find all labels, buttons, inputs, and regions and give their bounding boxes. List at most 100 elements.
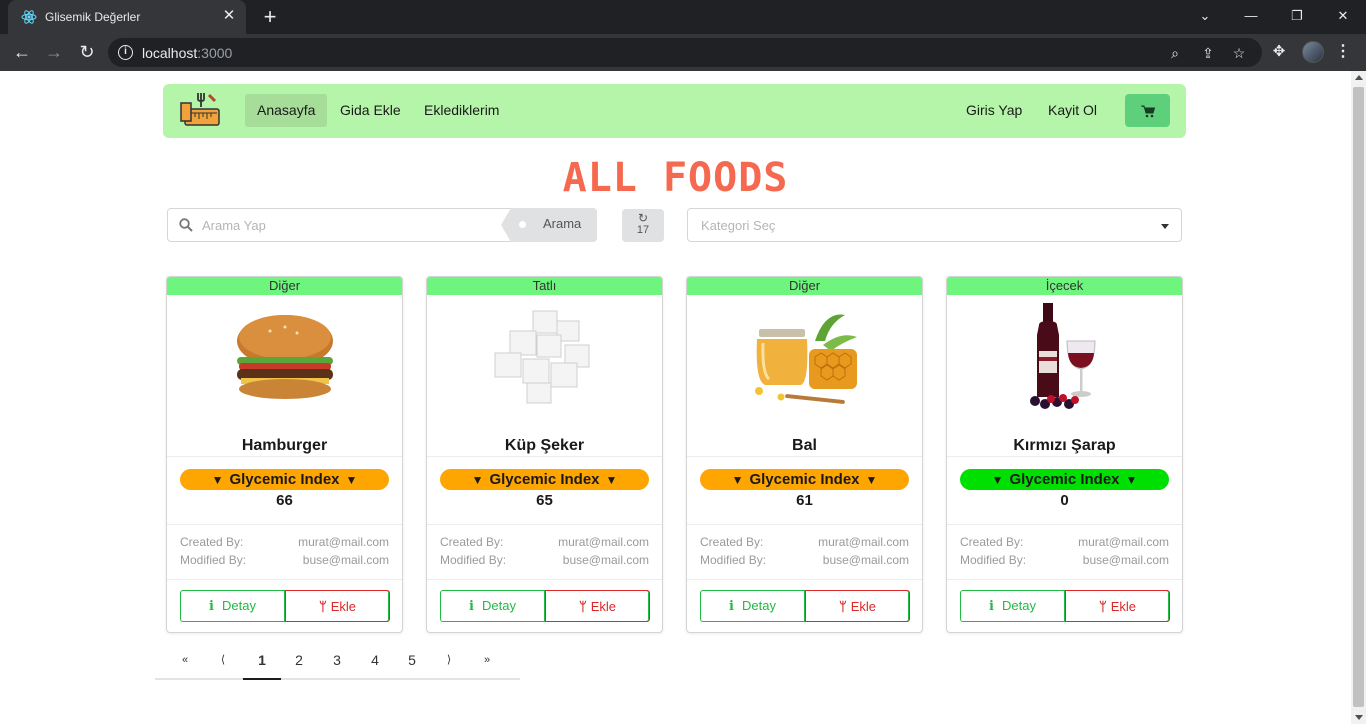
detail-button-label: Detay xyxy=(741,598,776,613)
detail-button-label: Detay xyxy=(221,598,256,613)
share-icon[interactable]: ⇪ xyxy=(1199,44,1217,62)
info-icon: i xyxy=(209,599,214,614)
pagination-prev[interactable]: ⟨ xyxy=(204,642,242,680)
card-action-buttons: i Detay ᛘ Ekle xyxy=(960,590,1170,622)
thumbs-down-icon: ▼ xyxy=(471,473,484,487)
nav-login[interactable]: Giris Yap xyxy=(954,94,1034,127)
info-icon: i xyxy=(729,599,734,614)
browser-tab[interactable]: Glisemik Değerler ✕ xyxy=(8,0,246,34)
scroll-up-arrow[interactable] xyxy=(1355,75,1363,80)
nav-register[interactable]: Kayit Ol xyxy=(1036,94,1109,127)
food-image-sugar-cubes xyxy=(485,301,605,411)
refresh-count-button[interactable]: ↻ 17 xyxy=(622,209,664,242)
created-by-label: Created By: xyxy=(700,535,764,549)
card-action-buttons: i Detay ᛘ Ekle xyxy=(180,590,390,622)
nav-add-food[interactable]: Gida Ekle xyxy=(328,94,413,127)
pagination-page-2[interactable]: 2 xyxy=(280,642,318,680)
utensils-icon: ᛘ xyxy=(1098,599,1107,614)
site-logo[interactable] xyxy=(179,89,223,133)
browser-titlebar: Glisemik Değerler ✕ + ⌄ — ❐ ✕ xyxy=(0,0,1366,34)
food-name: Bal xyxy=(792,437,817,454)
detail-button[interactable]: i Detay xyxy=(181,591,285,621)
close-window-icon[interactable]: ✕ xyxy=(1333,6,1353,26)
info-icon: i xyxy=(989,599,994,614)
menu-kebab-icon[interactable]: ⋮ xyxy=(1335,42,1351,62)
cart-button[interactable] xyxy=(1125,94,1170,127)
thumbs-down-icon: ▼ xyxy=(731,473,744,487)
add-button[interactable]: ᛘ Ekle xyxy=(545,590,650,622)
back-icon[interactable]: ← xyxy=(10,40,34,64)
glycemic-index-badge: ▼ Glycemic Index ▼ xyxy=(440,469,649,490)
cart-icon xyxy=(1140,105,1155,118)
card-action-buttons: i Detay ᛘ Ekle xyxy=(440,590,650,622)
created-by-label: Created By: xyxy=(180,535,244,549)
glycemic-index-badge: ▼ Glycemic Index ▼ xyxy=(700,469,909,490)
page-scrollbar[interactable] xyxy=(1351,71,1366,724)
extensions-icon[interactable]: ✥ xyxy=(1270,43,1288,61)
modified-by-value: buse@mail.com xyxy=(1082,553,1169,567)
glycemic-index-label: Glycemic Index xyxy=(229,471,340,488)
detail-button[interactable]: i Detay xyxy=(961,591,1065,621)
search-button-label: Arama xyxy=(543,216,582,231)
pagination-page-1[interactable]: 1 xyxy=(243,642,281,680)
scroll-down-arrow[interactable] xyxy=(1355,715,1363,720)
add-button[interactable]: ᛘ Ekle xyxy=(805,590,910,622)
created-by-value: murat@mail.com xyxy=(818,535,909,549)
page-title: ALL FOODS xyxy=(562,155,789,201)
pagination-last[interactable]: » xyxy=(468,642,506,680)
category-select[interactable]: Kategori Seç xyxy=(687,208,1182,242)
card-divider xyxy=(167,524,402,525)
zoom-icon[interactable]: ⌕ xyxy=(1166,44,1184,62)
minimize-icon[interactable]: — xyxy=(1241,6,1261,26)
pagination-first[interactable]: « xyxy=(166,642,204,680)
restore-icon[interactable]: ❐ xyxy=(1287,6,1307,26)
pagination-page-3[interactable]: 3 xyxy=(318,642,356,680)
site-navbar: Anasayfa Gida Ekle Eklediklerim Giris Ya… xyxy=(163,84,1186,138)
card-divider xyxy=(427,456,662,457)
food-card: Tatlı Küp Şeker ▼ Glycemic Index ▼ 65 Crea… xyxy=(426,276,663,633)
food-category-label: Diğer xyxy=(167,277,402,295)
food-card: Diğer Hamburger ▼ Glycemic Index ▼ 66 Crea… xyxy=(166,276,403,633)
site-info-icon[interactable]: i xyxy=(118,45,133,60)
food-image-red-wine xyxy=(1005,301,1125,411)
pagination-page-5[interactable]: 5 xyxy=(393,642,431,680)
modified-by-value: buse@mail.com xyxy=(562,553,649,567)
address-bar[interactable]: i localhost:3000 ⌕ ⇪ ☆ xyxy=(108,38,1262,67)
close-tab-icon[interactable]: ✕ xyxy=(220,7,238,25)
food-card: Diğer Bal ▼ Glycemic Index ▼ 61 Created By… xyxy=(686,276,923,633)
add-button[interactable]: ᛘ Ekle xyxy=(285,590,390,622)
pagination: « ⟨ 1 2 3 4 5 ⟩ » xyxy=(155,642,520,680)
profile-avatar[interactable] xyxy=(1302,41,1324,63)
food-card: İçecek Kırmızı Şarap ▼ Glycemic Index ▼ 0 … xyxy=(946,276,1183,633)
search-button[interactable]: Arama xyxy=(501,208,597,242)
detail-button[interactable]: i Detay xyxy=(441,591,545,621)
food-name: Kırmızı Şarap xyxy=(1013,437,1116,454)
search-input[interactable] xyxy=(202,210,502,240)
pagination-next[interactable]: ⟩ xyxy=(430,642,468,680)
bookmark-star-icon[interactable]: ☆ xyxy=(1230,44,1248,62)
utensils-icon: ᛘ xyxy=(838,599,847,614)
nav-home[interactable]: Anasayfa xyxy=(245,94,328,127)
page-viewport: Anasayfa Gida Ekle Eklediklerim Giris Ya… xyxy=(0,71,1366,724)
glycemic-index-label: Glycemic Index xyxy=(1009,471,1120,488)
tab-title: Glisemik Değerler xyxy=(45,10,141,24)
pagination-page-4[interactable]: 4 xyxy=(356,642,394,680)
search-label-dot xyxy=(519,221,526,228)
category-placeholder: Kategori Seç xyxy=(701,218,776,233)
food-category-label: İçecek xyxy=(947,277,1182,295)
glycemic-index-badge: ▼ Glycemic Index ▼ xyxy=(960,469,1169,490)
utensils-icon: ᛘ xyxy=(318,599,327,614)
add-button-label: Ekle xyxy=(330,599,357,614)
reload-icon[interactable]: ↻ xyxy=(75,40,99,64)
food-name: Küp Şeker xyxy=(504,437,585,454)
created-by-value: murat@mail.com xyxy=(558,535,649,549)
food-name: Hamburger xyxy=(241,437,328,454)
modified-by-value: buse@mail.com xyxy=(822,553,909,567)
tab-search-icon[interactable]: ⌄ xyxy=(1195,6,1215,26)
nav-my-added[interactable]: Eklediklerim xyxy=(412,94,511,127)
forward-icon[interactable]: → xyxy=(42,40,66,64)
detail-button[interactable]: i Detay xyxy=(701,591,805,621)
new-tab-icon[interactable]: + xyxy=(260,6,280,28)
add-button[interactable]: ᛘ Ekle xyxy=(1065,590,1170,622)
scroll-thumb[interactable] xyxy=(1353,87,1364,707)
